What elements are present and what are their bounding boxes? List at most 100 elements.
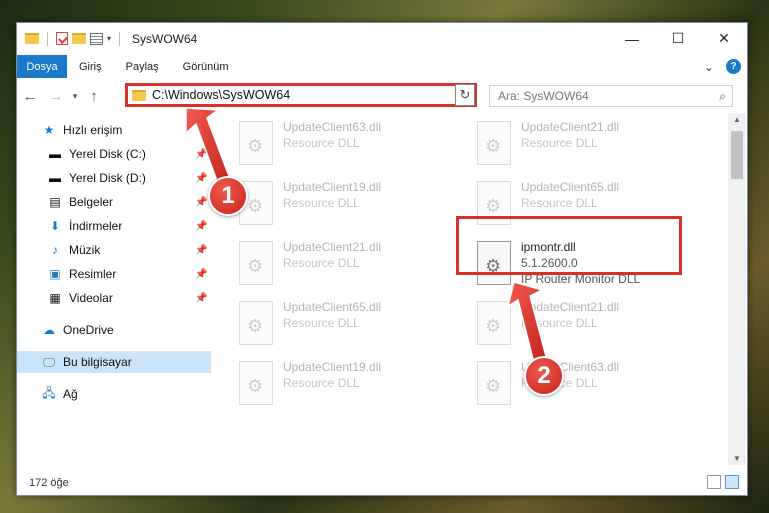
address-path[interactable]: C:\Windows\SysWOW64 xyxy=(152,88,290,102)
details-view-icon[interactable] xyxy=(707,475,721,489)
file-desc: Resource DLL xyxy=(521,136,598,150)
properties-check-icon[interactable] xyxy=(56,32,68,45)
list-item[interactable]: UpdateClient21.dll Resource DLL xyxy=(477,119,687,179)
dll-file-icon xyxy=(477,121,511,165)
nav-label: Ağ xyxy=(63,387,78,401)
file-desc: Resource DLL xyxy=(521,316,598,330)
vertical-scrollbar[interactable]: ▲ ▼ xyxy=(728,113,746,465)
refresh-button[interactable]: ↻ xyxy=(455,84,475,106)
status-bar: 172 öğe xyxy=(17,471,747,495)
pin-icon[interactable]: 📌 xyxy=(195,245,207,256)
nav-label: Videolar xyxy=(69,291,113,305)
nav-item-onedrive[interactable]: ☁ OneDrive xyxy=(41,319,114,341)
item-count: 172 öğe xyxy=(29,477,69,489)
address-bar[interactable]: C:\Windows\SysWOW64 ⌄ xyxy=(125,83,477,107)
address-row: ← → ▾ ↑ C:\Windows\SysWOW64 ⌄ ↻ Ara: Sys… xyxy=(17,81,747,111)
scroll-up-icon[interactable]: ▲ xyxy=(733,115,741,124)
nav-label: OneDrive xyxy=(63,323,114,337)
nav-label: Resimler xyxy=(69,267,117,281)
pin-icon[interactable]: 📌 xyxy=(195,269,207,280)
nav-item-this-pc[interactable]: 🖵 Bu bilgisayar xyxy=(17,351,211,373)
tab-file[interactable]: Dosya xyxy=(17,55,67,78)
new-folder-icon[interactable] xyxy=(72,33,86,44)
nav-item-videos[interactable]: ▦ Videolar xyxy=(47,287,113,309)
window-title: SysWOW64 xyxy=(132,31,198,46)
dll-file-icon xyxy=(239,361,273,405)
pin-icon[interactable]: 📌 xyxy=(195,149,207,160)
list-item[interactable]: UpdateClient63.dllResource DLL xyxy=(477,359,687,419)
back-arrow-icon[interactable]: ← xyxy=(17,88,43,105)
help-icon[interactable]: ? xyxy=(726,59,741,74)
file-desc: Resource DLL xyxy=(283,376,360,390)
file-list: UpdateClient63.dll Resource DLL UpdateCli… xyxy=(213,113,728,465)
close-button[interactable]: ✕ xyxy=(701,23,747,54)
nav-item-local-disk-d[interactable]: ▬ Yerel Disk (D:) xyxy=(47,167,146,189)
file-name: UpdateClient19.dll xyxy=(283,360,382,374)
file-desc: Resource DLL xyxy=(521,196,598,210)
nav-label: Bu bilgisayar xyxy=(63,355,132,369)
nav-item-pictures[interactable]: ▣ Resimler xyxy=(47,263,116,285)
nav-item-downloads[interactable]: ⬇ İndirmeler xyxy=(47,215,122,237)
list-item[interactable]: UpdateClient19.dll Resource DLL xyxy=(239,179,449,239)
step-badge-one: 1 xyxy=(208,176,248,216)
highlight-box xyxy=(456,216,682,275)
view-toggle xyxy=(707,475,739,489)
nav-quick-access[interactable]: ★ Hızlı erişim xyxy=(41,119,123,141)
documents-icon: ▤ xyxy=(49,195,61,209)
drive-icon: ▬ xyxy=(49,171,61,185)
tab-home[interactable]: Giriş xyxy=(67,61,114,73)
search-input[interactable]: Ara: SysWOW64 ⌕ xyxy=(489,85,733,107)
file-desc: Resource DLL xyxy=(283,256,360,270)
list-item[interactable]: UpdateClient63.dll Resource DLL xyxy=(239,119,449,179)
list-item[interactable]: UpdateClient21.dll Resource DLL xyxy=(239,239,449,299)
nav-item-network[interactable]: 🖧 Ağ xyxy=(41,383,78,405)
file-name: UpdateClient21.dll xyxy=(283,240,382,254)
step-badge-two: 2 xyxy=(524,356,564,396)
pin-icon[interactable]: 📌 xyxy=(195,173,207,184)
chevron-down-icon[interactable]: ▾ xyxy=(107,34,111,43)
nav-item-music[interactable]: ♪ Müzik xyxy=(47,239,100,261)
network-icon: 🖧 xyxy=(42,385,56,400)
dll-file-icon xyxy=(239,301,273,345)
up-arrow-icon[interactable]: ↑ xyxy=(81,88,107,105)
customize-icon[interactable] xyxy=(90,32,103,45)
folder-icon xyxy=(25,33,39,44)
nav-item-documents[interactable]: ▤ Belgeler xyxy=(47,191,113,213)
pin-icon[interactable]: 📌 xyxy=(195,197,207,208)
separator xyxy=(47,31,48,46)
list-item[interactable]: UpdateClient19.dll Resource DLL xyxy=(239,359,449,419)
list-item[interactable]: UpdateClient65.dll Resource DLL xyxy=(239,299,449,359)
navigation-pane: ★ Hızlı erişim ▬ Yerel Disk (C:) 📌 ▬ Yer… xyxy=(17,119,213,465)
file-name: UpdateClient65.dll xyxy=(283,300,382,314)
window-controls: — ☐ ✕ xyxy=(609,23,747,54)
nav-label: İndirmeler xyxy=(69,219,123,233)
expand-ribbon-icon[interactable]: ⌄ xyxy=(704,60,714,74)
minimize-button[interactable]: — xyxy=(609,23,655,54)
scroll-thumb[interactable] xyxy=(731,131,743,179)
pictures-icon: ▣ xyxy=(49,267,61,281)
file-name: UpdateClient21.dll xyxy=(521,300,620,314)
nav-label: Yerel Disk (C:) xyxy=(69,147,146,161)
file-desc: Resource DLL xyxy=(283,196,360,210)
nav-label: Hızlı erişim xyxy=(63,123,123,137)
tab-view[interactable]: Görünüm xyxy=(171,61,241,73)
title-bar: ▾ SysWOW64 — ☐ ✕ xyxy=(17,23,747,54)
search-icon[interactable]: ⌕ xyxy=(719,89,726,104)
tab-share[interactable]: Paylaş xyxy=(114,61,171,73)
file-name: UpdateClient63.dll xyxy=(283,120,382,134)
folder-icon xyxy=(132,89,146,101)
pin-icon[interactable]: 📌 xyxy=(195,221,207,232)
maximize-button[interactable]: ☐ xyxy=(655,23,701,54)
cloud-icon: ☁ xyxy=(43,323,55,337)
recent-chevron-icon[interactable]: ▾ xyxy=(69,91,81,102)
scroll-down-icon[interactable]: ▼ xyxy=(733,454,741,463)
nav-item-local-disk-c[interactable]: ▬ Yerel Disk (C:) xyxy=(47,143,146,165)
file-desc: Resource DLL xyxy=(283,136,360,150)
pin-icon[interactable]: 📌 xyxy=(195,293,207,304)
forward-arrow-icon[interactable]: → xyxy=(43,88,69,105)
list-item[interactable]: UpdateClient21.dll Resource DLL xyxy=(477,299,687,359)
download-icon: ⬇ xyxy=(49,219,61,233)
dll-file-icon xyxy=(239,121,273,165)
tiles-view-icon[interactable] xyxy=(725,475,739,489)
nav-label: Müzik xyxy=(69,243,101,257)
